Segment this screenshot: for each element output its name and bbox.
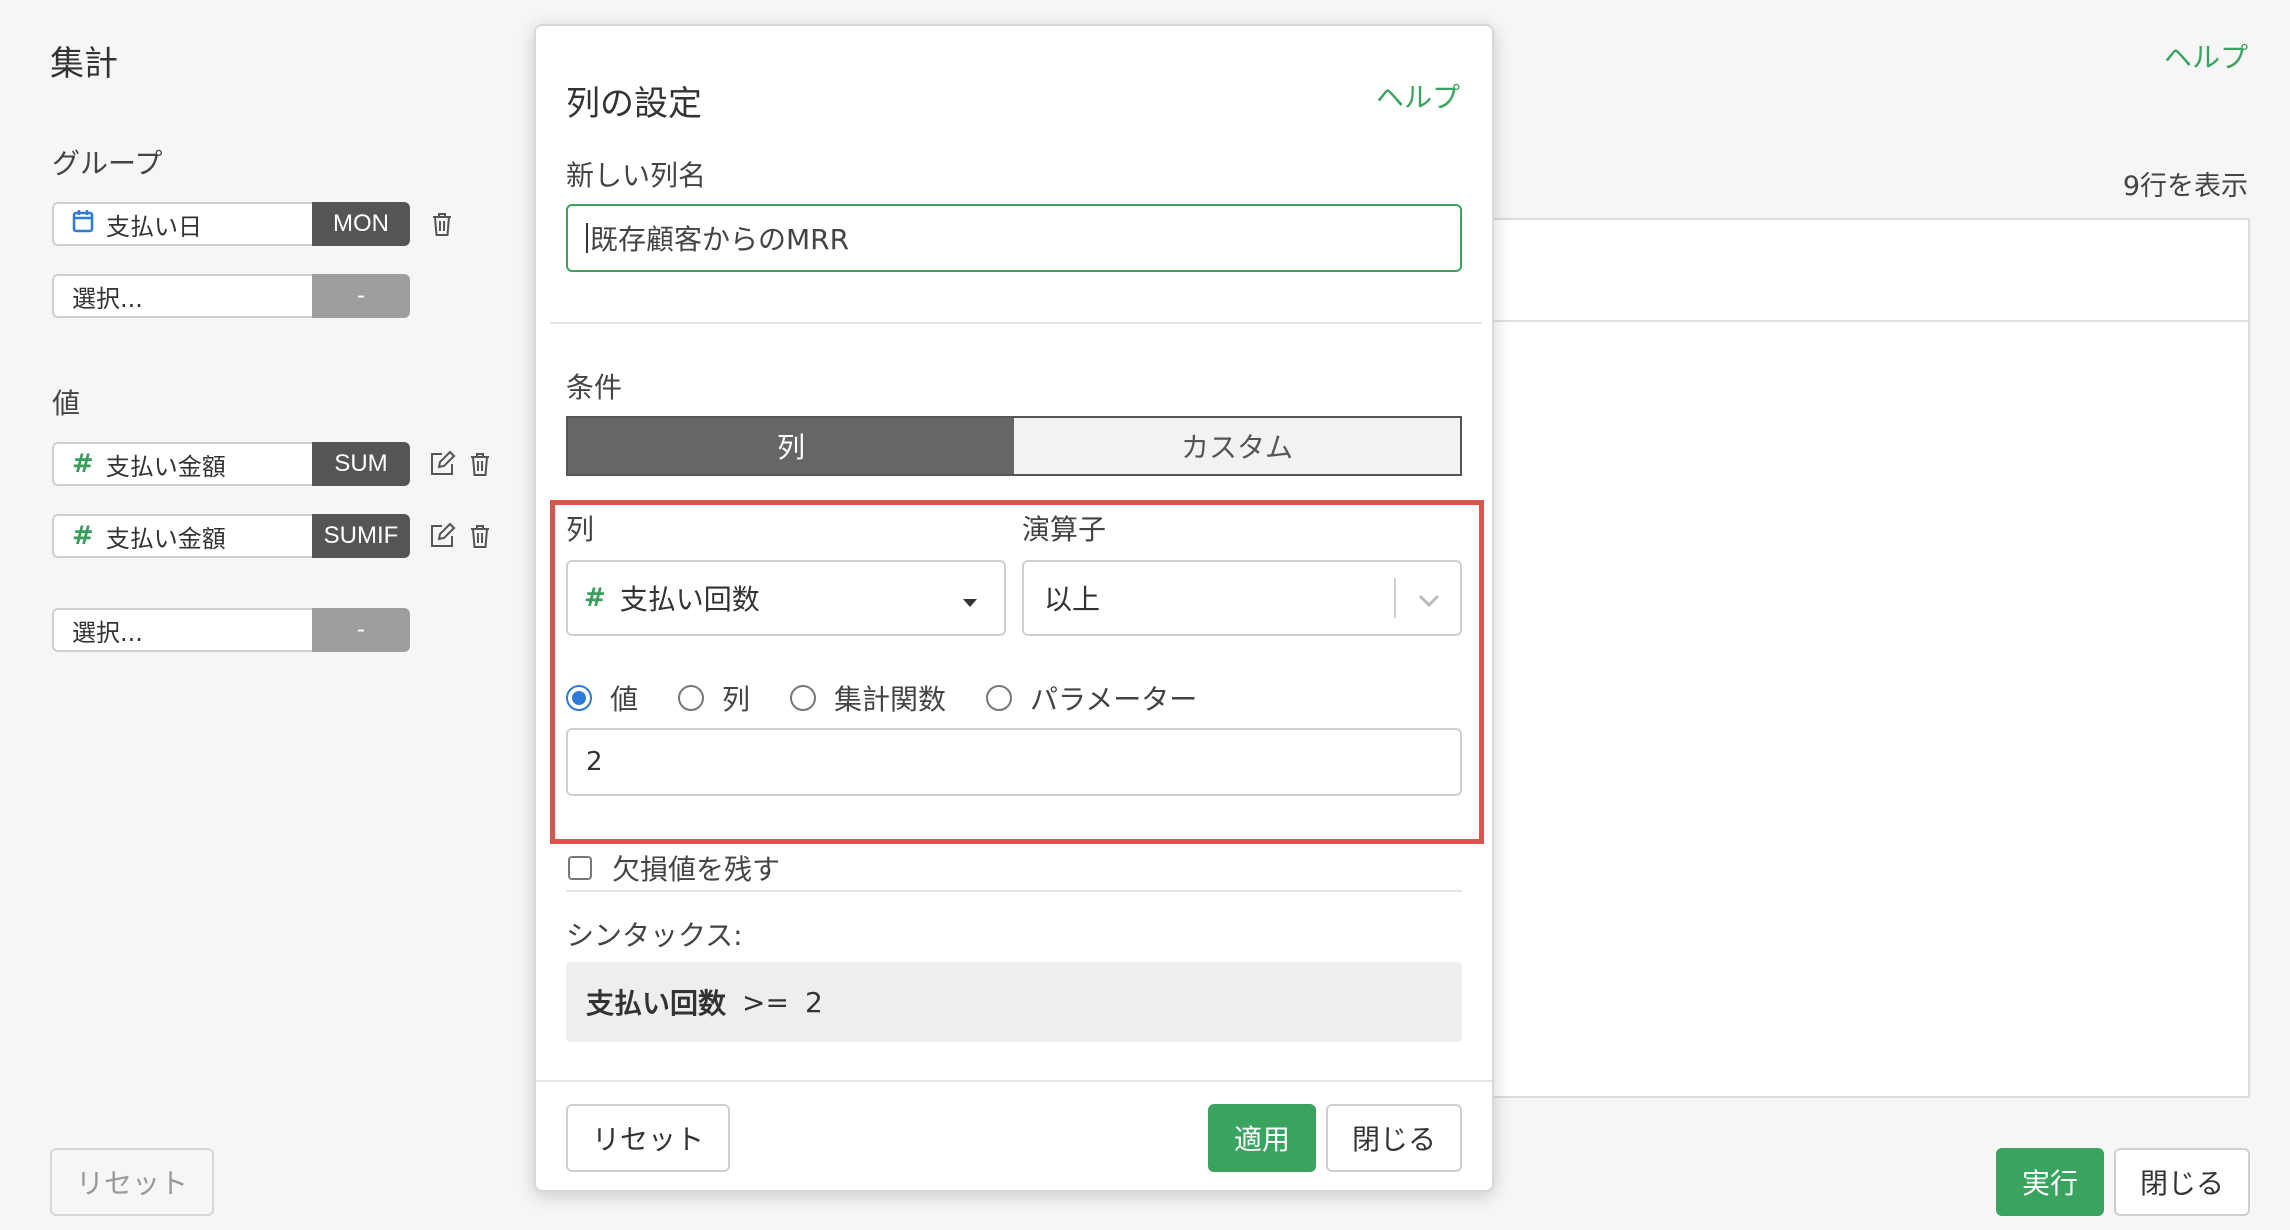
radio-button[interactable] [986,685,1013,711]
calendar-icon [72,209,94,239]
keep-missing-checkbox-row[interactable]: 欠損値を残す [568,848,780,888]
value-field-label: 支払い金額 [105,524,226,553]
reset-button[interactable]: リセット [50,1148,214,1216]
group-section-label: グループ [52,147,163,180]
syntax-operator: >= [742,985,789,1019]
value-section-label: 値 [52,387,81,420]
operator-select-value: 以上 [1044,583,1101,616]
divider [566,890,1462,892]
new-column-name-input[interactable]: 既存顧客からのMRR [566,204,1462,272]
hash-icon: # [72,521,94,551]
column-settings-dialog: 列の設定 ヘルプ 新しい列名 既存顧客からのMRR 条件 列 カスタム 列 演算… [534,24,1494,1192]
radio-button[interactable] [790,685,817,711]
syntax-column: 支払い回数 [586,987,727,1020]
result-preview [1480,218,2250,1098]
apply-button[interactable]: 適用 [1208,1104,1316,1172]
keep-missing-checkbox[interactable] [568,856,592,880]
value-item-select[interactable]: 選択... - [52,608,410,652]
radio-parameter[interactable]: パラメーター [986,678,1197,718]
edit-icon[interactable] [424,446,460,482]
page-title: 集計 [50,44,118,84]
trash-icon[interactable] [462,446,498,482]
dialog-reset-button[interactable]: リセット [566,1104,730,1172]
value-tag-sum[interactable]: SUM [312,442,410,486]
radio-button[interactable] [566,685,592,711]
radio-aggregate-function[interactable]: 集計関数 [790,678,946,718]
divider [550,322,1482,324]
new-column-name-value: 既存顧客からのMRR [590,223,850,256]
hash-icon: # [72,449,94,479]
value-tag-sumif[interactable]: SUMIF [312,514,410,558]
radio-value[interactable]: 値 [566,678,638,718]
radio-column[interactable]: 列 [678,678,750,718]
value-item-sum[interactable]: # 支払い金額 SUM [52,442,498,486]
select-separator [1394,578,1396,618]
keep-missing-label: 欠損値を残す [612,853,781,886]
dialog-title: 列の設定 [566,84,702,124]
value-item-sumif[interactable]: # 支払い金額 SUMIF [52,514,498,558]
result-header-divider [1482,320,2248,322]
group-tag-mon[interactable]: MON [312,202,410,246]
chevron-down-icon [1418,582,1440,615]
new-column-name-label: 新しい列名 [566,159,707,192]
trash-icon[interactable] [424,206,460,242]
rows-count: 9行を表示 [2122,171,2248,202]
tab-custom[interactable]: カスタム [1014,418,1460,474]
operator-label: 演算子 [1022,513,1107,546]
radio-label: 値 [610,683,639,716]
caret-down-icon [962,582,978,615]
column-select-value: 支払い回数 [619,583,760,616]
group-select-field[interactable]: 選択... [52,274,312,318]
condition-value-input[interactable]: 2 [566,728,1462,796]
syntax-value: 2 [804,985,823,1019]
radio-label: 列 [722,683,751,716]
dialog-help-link[interactable]: ヘルプ [1376,76,1460,116]
group-item-payment-date[interactable]: 支払い日 MON [52,202,460,246]
group-field-label: 支払い日 [106,212,202,241]
group-item-select[interactable]: 選択... - [52,274,410,318]
value-select-tag[interactable]: - [312,608,410,652]
dialog-close-button[interactable]: 閉じる [1326,1104,1462,1172]
operator-select[interactable]: 以上 [1022,560,1462,636]
run-button[interactable]: 実行 [1996,1148,2104,1216]
radio-button[interactable] [678,685,705,711]
condition-label: 条件 [566,371,623,404]
column-select[interactable]: # 支払い回数 [566,560,1006,636]
group-field[interactable]: 支払い日 [52,202,312,246]
close-button[interactable]: 閉じる [2114,1148,2250,1216]
value-field-label: 支払い金額 [105,452,226,481]
syntax-label: シンタックス: [566,919,743,952]
text-cursor [586,223,588,253]
group-select-tag[interactable]: - [312,274,410,318]
hash-icon: # [584,583,606,613]
column-label: 列 [566,513,595,546]
tab-column[interactable]: 列 [568,418,1014,474]
value-field[interactable]: # 支払い金額 [52,442,312,486]
help-link[interactable]: ヘルプ [2164,36,2248,76]
radio-label: 集計関数 [834,683,947,716]
value-select-field[interactable]: 選択... [52,608,312,652]
syntax-preview: 支払い回数 >= 2 [566,962,1462,1042]
value-field[interactable]: # 支払い金額 [52,514,312,558]
trash-icon[interactable] [462,518,498,554]
radio-label: パラメーター [1030,683,1198,716]
value-type-radio-group: 値 列 集計関数 パラメーター [566,678,1237,718]
condition-tabs: 列 カスタム [566,416,1462,476]
footer-divider [536,1080,1492,1082]
edit-icon[interactable] [424,518,460,554]
